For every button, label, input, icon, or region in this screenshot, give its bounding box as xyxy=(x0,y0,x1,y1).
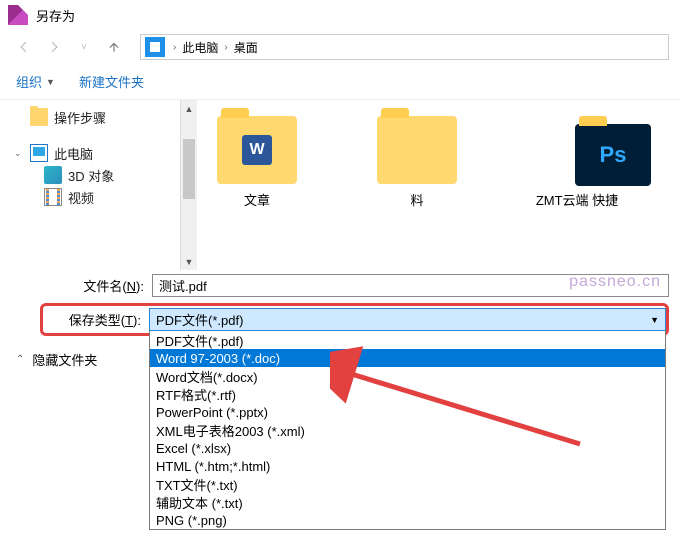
up-button[interactable] xyxy=(102,35,126,59)
new-folder-button[interactable]: 新建文件夹 xyxy=(79,72,144,91)
file-grid: W 文章 料 Ps ZMT云端 快捷 xyxy=(197,100,681,270)
cube-icon xyxy=(44,166,62,184)
breadcrumb-pc[interactable]: 此电脑 xyxy=(180,39,220,56)
nav-row: ˅ › 此电脑 › 桌面 xyxy=(0,30,681,64)
new-folder-label: 新建文件夹 xyxy=(79,72,144,91)
collapse-button[interactable]: ⌃ xyxy=(16,354,24,365)
toolbar: 组织 ▼ 新建文件夹 xyxy=(0,64,681,100)
chevron-right-icon: › xyxy=(224,42,227,53)
tree-item-3d[interactable]: 3D 对象 xyxy=(14,164,180,186)
dropdown-option[interactable]: HTML (*.htm;*.html) xyxy=(150,457,665,475)
scrollbar-thumb[interactable] xyxy=(183,139,195,199)
file-label: 料 xyxy=(410,190,423,209)
dropdown-option[interactable]: PNG (*.png) xyxy=(150,511,665,529)
chevron-down-icon: ⌄ xyxy=(14,148,24,159)
folder-icon: W xyxy=(217,116,297,184)
chevron-right-icon: › xyxy=(173,42,176,53)
file-item[interactable]: W 文章 xyxy=(207,116,307,254)
scroll-up-icon[interactable]: ▲ xyxy=(181,100,197,117)
tree-item-steps[interactable]: 操作步骤 xyxy=(14,106,180,128)
back-button[interactable] xyxy=(12,35,36,59)
content-area: 操作步骤 ⌄ 此电脑 3D 对象 视频 ▲ ▼ W 文章 料 xyxy=(0,100,681,270)
hide-folders-link[interactable]: 隐藏文件夹 xyxy=(32,350,97,369)
file-label: ZMT云端 快捷 xyxy=(536,190,618,209)
photoshop-icon: Ps xyxy=(600,142,627,168)
tree-item-video[interactable]: 视频 xyxy=(14,186,180,208)
annotation-highlight: 保存类型(T): PDF文件(*.pdf) ▼ PDF文件(*.pdf)Word… xyxy=(40,303,669,336)
breadcrumb-desktop[interactable]: 桌面 xyxy=(232,39,260,56)
arrow-up-icon xyxy=(107,40,121,54)
filetype-value: PDF文件(*.pdf) xyxy=(156,310,243,329)
filename-label: 文件名(N): xyxy=(40,276,152,295)
folder-icon xyxy=(30,108,48,126)
filetype-combo[interactable]: PDF文件(*.pdf) ▼ xyxy=(149,308,666,331)
filetype-row: 保存类型(T): PDF文件(*.pdf) ▼ PDF文件(*.pdf)Word… xyxy=(0,301,681,340)
dropdown-option[interactable]: Excel (*.xlsx) xyxy=(150,439,665,457)
word-icon: W xyxy=(242,135,272,165)
folder-icon xyxy=(377,116,457,184)
dropdown-option[interactable]: 辅助文本 (*.txt) xyxy=(150,493,665,511)
nav-tree: 操作步骤 ⌄ 此电脑 3D 对象 视频 xyxy=(0,100,180,270)
dropdown-option[interactable]: PDF文件(*.pdf) xyxy=(150,331,665,349)
breadcrumb[interactable]: › 此电脑 › 桌面 xyxy=(140,34,669,60)
watermark: passneo.cn xyxy=(569,273,661,291)
dropdown-option[interactable]: RTF格式(*.rtf) xyxy=(150,385,665,403)
chevron-down-icon: ▼ xyxy=(46,77,55,87)
dropdown-option[interactable]: PowerPoint (*.pptx) xyxy=(150,403,665,421)
dropdown-option[interactable]: Word文档(*.docx) xyxy=(150,367,665,385)
tree-scrollbar[interactable]: ▲ ▼ xyxy=(180,100,197,270)
filetype-dropdown: PDF文件(*.pdf)Word 97-2003 (*.doc)Word文档(*… xyxy=(149,331,666,530)
pc-icon xyxy=(145,37,165,57)
arrow-left-icon xyxy=(17,40,31,54)
tree-label: 此电脑 xyxy=(54,144,93,163)
tree-label: 操作步骤 xyxy=(54,108,106,127)
app-icon xyxy=(8,5,28,25)
forward-button[interactable] xyxy=(42,35,66,59)
scroll-down-icon[interactable]: ▼ xyxy=(181,253,197,270)
arrow-right-icon xyxy=(47,40,61,54)
organize-button[interactable]: 组织 ▼ xyxy=(16,72,55,91)
file-item[interactable]: Ps ZMT云端 快捷 xyxy=(527,116,627,254)
tree-label: 3D 对象 xyxy=(68,166,114,185)
title-bar: 另存为 xyxy=(0,0,681,30)
pc-icon xyxy=(30,144,48,162)
tree-item-pc[interactable]: ⌄ 此电脑 xyxy=(14,142,180,164)
dropdown-option[interactable]: XML电子表格2003 (*.xml) xyxy=(150,421,665,439)
file-item[interactable]: 料 xyxy=(367,116,467,254)
tree-label: 视频 xyxy=(68,188,94,207)
window-title: 另存为 xyxy=(36,6,75,25)
file-label: 文章 xyxy=(244,190,270,209)
folder-icon: Ps xyxy=(575,124,651,186)
chevron-down-icon: ▼ xyxy=(650,315,659,325)
dropdown-option[interactable]: TXT文件(*.txt) xyxy=(150,475,665,493)
filetype-label: 保存类型(T): xyxy=(43,310,149,329)
film-icon xyxy=(44,188,62,206)
dropdown-option[interactable]: Word 97-2003 (*.doc) xyxy=(150,349,665,367)
organize-label: 组织 xyxy=(16,72,42,91)
recent-button[interactable]: ˅ xyxy=(72,35,96,59)
